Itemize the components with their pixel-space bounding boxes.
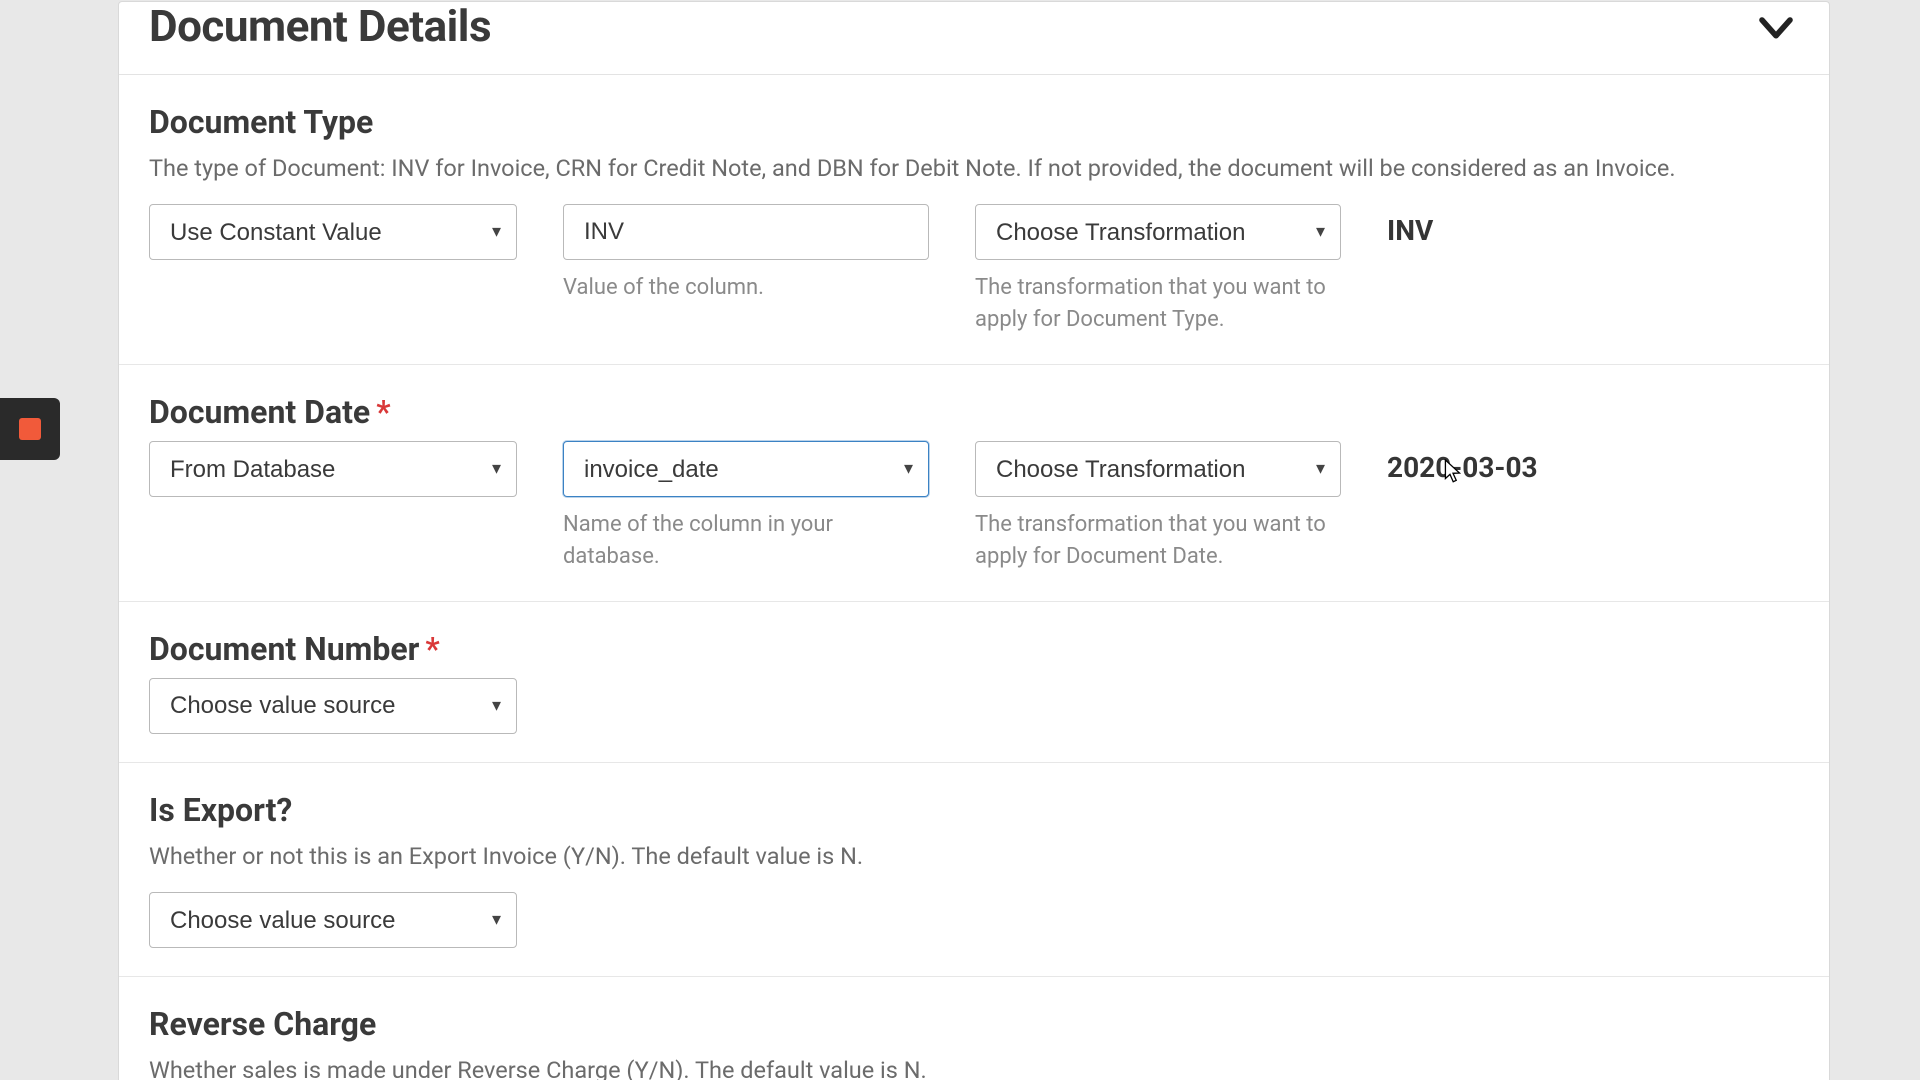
field-document-type: Document Type The type of Document: INV … [119,75,1829,365]
card-header: Document Details [119,2,1829,75]
is-export-source-select[interactable]: Choose value source [149,892,517,948]
field-description: Whether or not this is an Export Invoice… [149,839,1799,874]
doc-date-transformation-select[interactable]: Choose Transformation [975,441,1341,497]
doc-type-preview: INV [1387,214,1799,247]
stop-icon [19,418,41,440]
doc-date-preview: 2020-03-03 [1387,451,1799,484]
hint-text: The transformation that you want to appl… [975,509,1335,573]
doc-date-source-select[interactable]: From Database [149,441,517,497]
hint-text: The transformation that you want to appl… [975,272,1335,336]
required-star-icon: * [425,630,439,668]
field-is-export: Is Export? Whether or not this is an Exp… [119,763,1829,977]
doc-type-source-select[interactable]: Use Constant Value [149,204,517,260]
doc-type-value-input[interactable] [563,204,929,260]
chevron-down-icon[interactable] [1753,4,1799,50]
field-document-number: Document Number* Choose value source [119,602,1829,763]
field-label: Reverse Charge [149,1005,1799,1043]
page-scroll-container[interactable]: Document Details Document Type The type … [0,0,1920,1080]
doc-date-column-select[interactable]: invoice_date [563,441,929,497]
hint-text: Value of the column. [563,272,923,304]
field-document-date: Document Date* From Database invoice_dat… [119,365,1829,602]
record-stop-button[interactable] [0,398,60,460]
field-description: Whether sales is made under Reverse Char… [149,1053,1799,1080]
doc-type-transformation-select[interactable]: Choose Transformation [975,204,1341,260]
field-description: The type of Document: INV for Invoice, C… [149,151,1799,186]
hint-text: Name of the column in your database. [563,509,923,573]
doc-number-source-select[interactable]: Choose value source [149,678,517,734]
required-star-icon: * [376,393,390,431]
field-label: Document Type [149,103,1799,141]
document-details-card: Document Details Document Type The type … [118,1,1830,1080]
field-label: Is Export? [149,791,1799,829]
field-reverse-charge: Reverse Charge Whether sales is made und… [119,977,1829,1080]
section-title: Document Details [149,0,491,52]
field-label: Document Date* [149,393,1799,431]
field-label: Document Number* [149,630,1799,668]
